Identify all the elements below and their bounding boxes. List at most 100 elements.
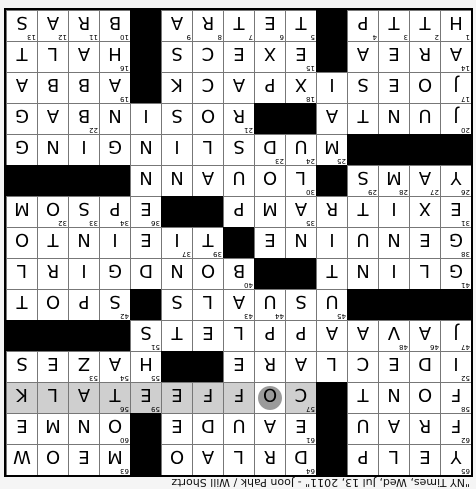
grid-cell[interactable]: 34 P [99, 196, 130, 227]
grid-cell[interactable]: O [192, 103, 223, 134]
grid-cell[interactable]: N [285, 227, 316, 258]
grid-cell[interactable]: G [99, 134, 130, 165]
grid-cell[interactable]: I [161, 134, 192, 165]
grid-cell[interactable]: R [37, 258, 68, 289]
grid-cell[interactable]: 41 G [440, 258, 471, 289]
grid-cell[interactable]: 32 O [37, 196, 68, 227]
grid-cell[interactable]: 11 R [68, 10, 99, 41]
grid-cell[interactable]: E [223, 351, 254, 382]
grid-cell[interactable]: I [316, 72, 347, 103]
grid-cell[interactable]: A [68, 382, 99, 413]
grid-cell[interactable]: 14 A [440, 41, 471, 72]
grid-cell[interactable]: E [254, 227, 285, 258]
grid-cell[interactable]: L [192, 289, 223, 320]
grid-cell[interactable]: X [409, 196, 440, 227]
grid-cell[interactable]: U [347, 413, 378, 444]
grid-cell[interactable]: 42 S [99, 289, 130, 320]
grid-cell[interactable]: E [409, 227, 440, 258]
grid-cell[interactable]: 27 A [409, 165, 440, 196]
grid-cell[interactable]: E [409, 444, 440, 475]
grid-cell[interactable]: A [378, 413, 409, 444]
grid-cell[interactable]: T [161, 320, 192, 351]
grid-cell[interactable]: M [6, 196, 37, 227]
grid-cell[interactable]: 9A [161, 10, 192, 41]
grid-cell[interactable]: N [99, 103, 130, 134]
grid-cell[interactable]: E [378, 41, 409, 72]
grid-cell[interactable]: 56 T [99, 382, 130, 413]
grid-cell[interactable]: W [6, 444, 37, 475]
grid-cell[interactable]: E [6, 413, 37, 444]
grid-cell[interactable]: A [6, 72, 37, 103]
grid-cell[interactable]: U [223, 165, 254, 196]
grid-cell[interactable]: N [378, 227, 409, 258]
grid-cell[interactable]: S [285, 289, 316, 320]
grid-cell[interactable]: O [37, 444, 68, 475]
grid-cell[interactable]: P [68, 289, 99, 320]
grid-cell[interactable]: 26 Y [440, 165, 471, 196]
grid-cell[interactable]: 30 L [285, 165, 316, 196]
grid-cell[interactable]: A [37, 103, 68, 134]
grid-cell[interactable]: 16 H [99, 41, 130, 72]
grid-cell[interactable]: R [409, 413, 440, 444]
grid-cell[interactable]: 62 F [440, 413, 471, 444]
grid-cell[interactable]: 8R [192, 10, 223, 41]
grid-cell[interactable]: L [37, 41, 68, 72]
grid-cell[interactable]: L [223, 444, 254, 475]
grid-cell[interactable]: M [254, 196, 285, 227]
grid-cell[interactable]: C [347, 351, 378, 382]
grid-cell[interactable]: S [161, 289, 192, 320]
grid-cell[interactable]: T [316, 258, 347, 289]
grid-cell[interactable]: N [378, 382, 409, 413]
grid-cell[interactable]: A [192, 444, 223, 475]
grid-cell[interactable]: O [37, 289, 68, 320]
grid-cell[interactable]: 1H [440, 10, 471, 41]
grid-cell[interactable]: C [192, 41, 223, 72]
grid-cell[interactable]: U [347, 227, 378, 258]
grid-cell[interactable]: O [254, 165, 285, 196]
grid-cell[interactable]: 44 U [254, 289, 285, 320]
grid-cell[interactable]: K [161, 72, 192, 103]
grid-cell[interactable]: 51 S [130, 320, 161, 351]
grid-cell[interactable]: 45 U [316, 289, 347, 320]
grid-cell[interactable]: F [192, 382, 223, 413]
grid-cell[interactable]: E [192, 320, 223, 351]
grid-cell[interactable]: L [192, 134, 223, 165]
grid-cell[interactable]: O [192, 258, 223, 289]
grid-cell[interactable]: N [347, 258, 378, 289]
grid-cell[interactable]: N [130, 134, 161, 165]
grid-cell[interactable]: E [161, 413, 192, 444]
grid-cell[interactable]: P [285, 320, 316, 351]
grid-cell[interactable]: R [316, 196, 347, 227]
grid-cell[interactable]: 23 D [254, 134, 285, 165]
grid-cell[interactable]: O [6, 227, 37, 258]
grid-cell[interactable]: 10 B [99, 10, 130, 41]
grid-cell[interactable]: O [409, 382, 440, 413]
grid-cell[interactable]: C [192, 72, 223, 103]
grid-cell[interactable]: N [68, 227, 99, 258]
grid-cell[interactable]: P [347, 444, 378, 475]
grid-cell[interactable]: 24 U [285, 134, 316, 165]
grid-cell[interactable]: N [130, 165, 161, 196]
grid-cell[interactable]: S [161, 103, 192, 134]
grid-cell[interactable]: 35 A [285, 196, 316, 227]
grid-cell[interactable]: 53 Z [68, 351, 99, 382]
grid-cell[interactable]: A [254, 413, 285, 444]
grid-cell[interactable]: G [99, 258, 130, 289]
grid-cell[interactable]: 37 I [161, 227, 192, 258]
grid-cell[interactable]: 31 E [440, 196, 471, 227]
grid-cell[interactable]: T [37, 227, 68, 258]
grid-cell[interactable]: 25 M [316, 134, 347, 165]
grid-cell[interactable]: L [409, 258, 440, 289]
grid-cell[interactable]: S [161, 41, 192, 72]
grid-cell[interactable]: 54 A [99, 351, 130, 382]
grid-cell[interactable]: 55 H [130, 351, 161, 382]
grid-cell[interactable]: 33 S [68, 196, 99, 227]
grid-cell[interactable]: 13 S [6, 10, 37, 41]
grid-cell[interactable]: A [316, 103, 347, 134]
grid-cell[interactable]: 2T [409, 10, 440, 41]
grid-cell[interactable]: R [254, 444, 285, 475]
grid-cell[interactable]: 59 E [130, 382, 161, 413]
grid-cell[interactable]: 61 E [285, 413, 316, 444]
grid-cell[interactable]: 20 J [440, 103, 471, 134]
grid-cell[interactable]: 21 R [223, 103, 254, 134]
